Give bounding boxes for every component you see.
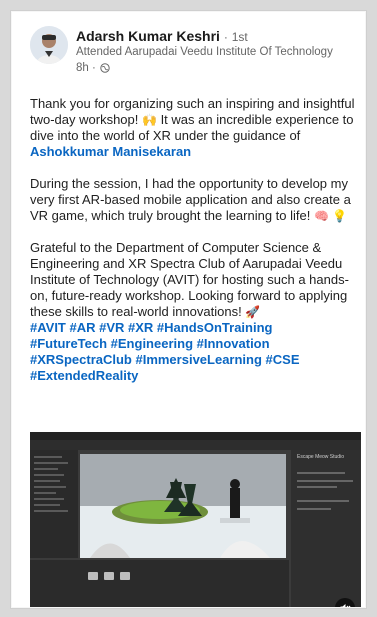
hashtags-line-4[interactable]: #ExtendedReality [30, 368, 365, 384]
post-paragraph-1: Thank you for organizing such an inspiri… [30, 96, 355, 159]
folder-icon [104, 572, 114, 580]
name-separator: · [223, 30, 228, 44]
author-name[interactable]: Adarsh Kumar Keshri [76, 28, 220, 44]
folder-icon [120, 572, 130, 580]
post-time: 8h · [76, 62, 96, 74]
folder-icon [88, 572, 98, 580]
hashtags-line-1[interactable]: #AVIT #AR #VR #XR #HandsOnTraining [30, 320, 365, 336]
hashtags-line-2[interactable]: #FutureTech #Engineering #Innovation [30, 336, 365, 352]
rocket-emoji: 🚀 [245, 305, 261, 319]
volume-mute-icon [340, 604, 351, 607]
post-body: Thank you for organizing such an inspiri… [30, 96, 365, 384]
post-time-row: 8h · [76, 62, 110, 74]
hashtags-line-3[interactable]: #XRSpectraClub #ImmersiveLearning #CSE [30, 352, 365, 368]
brain-bulb-emoji: 🧠 💡 [313, 209, 348, 223]
editor-inspector-panel: Escape Meow Studio [291, 450, 361, 607]
editor-scene-view [80, 454, 286, 558]
hashtags[interactable]: #AVIT #AR #VR #XR #HandsOnTraining #Futu… [30, 320, 365, 384]
post-paragraph-3: Grateful to the Department of Computer S… [30, 240, 349, 319]
editor-project-panel [30, 560, 289, 607]
editor-hierarchy-panel [30, 450, 78, 558]
connection-degree: 1st [231, 30, 248, 44]
raised-hands-emoji: 🙌 [142, 113, 157, 127]
mention-link[interactable]: Ashokkumar Manisekaran [30, 144, 191, 159]
editor-toolbar [30, 440, 361, 450]
post-paragraph-2: During the session, I had the opportunit… [30, 176, 351, 223]
vr-scene-image [80, 454, 286, 558]
editor-menu-bar [30, 432, 361, 440]
post-video[interactable]: Escape Meow Studio [30, 432, 361, 607]
post-card: Adarsh Kumar Keshri · 1st Attended Aarup… [12, 12, 365, 607]
author-headline: Attended Aarupadai Veedu Institute Of Te… [76, 46, 333, 58]
inspector-title: Escape Meow Studio [297, 454, 344, 460]
author-name-row: Adarsh Kumar Keshri · 1st [76, 28, 248, 44]
globe-icon [100, 63, 110, 73]
avatar-photo-icon [30, 26, 68, 64]
avatar[interactable] [30, 26, 68, 64]
post-header: Adarsh Kumar Keshri · 1st Attended Aarup… [30, 26, 360, 90]
